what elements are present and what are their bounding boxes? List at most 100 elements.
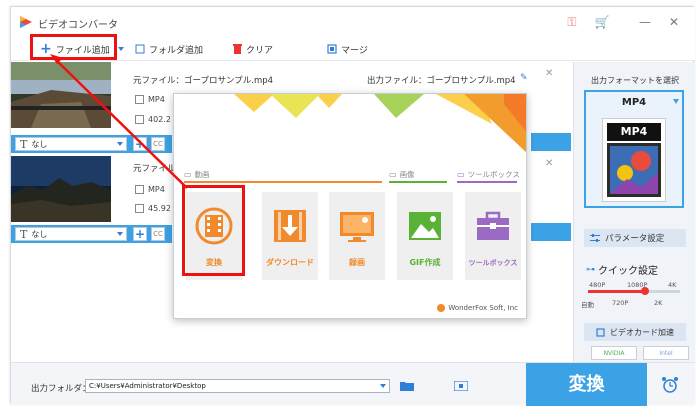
tick-480p: 480P (589, 281, 606, 289)
toolbox-tile[interactable]: ツールボックス (465, 192, 521, 280)
file-format-value: MP4 (148, 95, 165, 104)
film-icon (135, 185, 144, 194)
parameter-settings-button[interactable]: パラメータ設定 (584, 229, 686, 247)
output-format-title: 出力フォーマットを選択 (591, 76, 679, 85)
output-folder-input[interactable]: C:¥Users¥Administrator¥Desktop (85, 379, 390, 393)
row-highlight (531, 133, 571, 151)
cc-icon[interactable]: CC (151, 137, 165, 151)
merge-icon (327, 44, 337, 54)
subtitle-select[interactable]: T なし (15, 227, 127, 241)
intel-toggle[interactable]: Intel (643, 346, 689, 360)
video-thumbnail[interactable] (11, 156, 111, 222)
file-format: MP4 (135, 95, 165, 104)
convert-button[interactable]: 変換 (526, 363, 647, 406)
merge-button[interactable]: マージ (327, 41, 368, 57)
add-file-highlight (30, 34, 117, 60)
add-file-dropdown-icon[interactable] (118, 47, 124, 51)
download-icon (274, 210, 306, 242)
add-subtitle-button[interactable]: + (133, 137, 147, 151)
file-size: 402.2 (135, 115, 171, 124)
output-folder-path: C:¥Users¥Administrator¥Desktop (89, 382, 206, 390)
output-file-name: ゴープロサンプル.mp4 (426, 76, 516, 86)
file-format: MP4 (135, 185, 165, 194)
merge-label: マージ (341, 45, 368, 56)
close-button[interactable]: ✕ (666, 14, 682, 30)
quality-slider[interactable] (588, 287, 680, 295)
output-file: 出力ファイル：ゴープロサンプル.mp4 (367, 74, 516, 86)
add-folder-button[interactable]: フォルダ追加 (135, 41, 203, 57)
wonderfox-logo-icon (437, 304, 446, 312)
sliders-icon (590, 233, 600, 242)
image-section-line (389, 181, 447, 183)
file-row-toolbar: T なし + CC (11, 225, 172, 243)
gpu-acceleration-button[interactable]: ビデオカード加速 (584, 323, 686, 341)
convert-tile-highlight (182, 185, 245, 276)
bottom-bar: 出力フォルダ： C:¥Users¥Administrator¥Desktop 変… (11, 362, 695, 406)
tick-720p: 720P (612, 299, 629, 307)
quick-settings-label: ⊶ クイック設定 (586, 262, 658, 278)
quality-slider-knob[interactable] (641, 287, 650, 295)
chevron-down-icon (380, 384, 386, 388)
format-name: MP4 (621, 97, 647, 108)
subtitle-select[interactable]: T なし (15, 137, 127, 151)
trash-icon (233, 44, 242, 54)
toolbox-section-label: ▭ ツールボックス (457, 169, 520, 180)
cart-icon[interactable]: 🛒 (594, 14, 610, 30)
toolbox-section-line (457, 181, 517, 183)
add-subtitle-button[interactable]: + (133, 227, 147, 241)
app-title: ビデオコンバータ (38, 20, 118, 31)
chevron-down-icon (117, 232, 123, 236)
tick-auto: 自動 (581, 301, 594, 309)
source-file-label: 元ファイル (133, 164, 176, 174)
output-folder-icon[interactable] (454, 381, 468, 391)
subtitle-value: なし (31, 139, 48, 149)
file-row-toolbar: T なし + CC (11, 135, 172, 153)
add-folder-label: フォルダ追加 (149, 45, 204, 56)
toolbox-section-icon: ▭ (457, 170, 465, 179)
image-icon (409, 212, 441, 240)
app-window: ビデオコンバータ ⚿ 🛒 — ✕ + ファイル追加 フォルダ追加 クリア マージ (10, 6, 695, 406)
record-tile[interactable]: 録画 (329, 192, 385, 280)
image-section-text: 画像 (399, 170, 415, 179)
nvidia-toggle[interactable]: NVIDIA (591, 346, 637, 360)
chip-icon (596, 327, 605, 337)
popup-footer: WonderFox Soft, Inc (437, 304, 518, 312)
image-section-icon: ▭ (389, 170, 397, 179)
alarm-clock-icon[interactable] (661, 376, 679, 394)
minimize-button[interactable]: — (637, 14, 653, 30)
title-bar: ビデオコンバータ ⚿ 🛒 — ✕ (11, 7, 695, 37)
clear-label: クリア (246, 45, 274, 56)
video-section-label: ▭ 動画 (184, 169, 210, 180)
image-section-label: ▭ 画像 (389, 169, 415, 180)
cc-icon[interactable]: CC (151, 227, 165, 241)
popup-decoration (174, 94, 526, 154)
clear-button[interactable]: クリア (233, 41, 273, 57)
source-file: 元ファイル (133, 162, 176, 174)
popup-footer-text: WonderFox Soft, Inc (448, 304, 518, 312)
tick-2k: 2K (654, 299, 663, 307)
film-icon (135, 95, 144, 104)
edit-output-icon[interactable]: ✎ (520, 73, 528, 83)
format-selector[interactable]: MP4 MP4 (584, 90, 684, 208)
video-thumbnail[interactable] (11, 62, 111, 128)
text-icon: T (20, 137, 28, 151)
file-size: 45.92 (135, 204, 171, 213)
file-icon (135, 204, 144, 213)
toolbox-tile-label: ツールボックス (468, 259, 518, 267)
gif-maker-tile[interactable]: GIF作成 (397, 192, 453, 280)
download-tile[interactable]: ダウンロード (262, 192, 318, 280)
remove-file-icon[interactable]: ✕ (545, 158, 553, 169)
mp4-format-icon: MP4 (602, 118, 666, 202)
app-logo-icon (20, 16, 32, 28)
key-icon[interactable]: ⚿ (564, 14, 580, 30)
video-section-text: 動画 (194, 170, 210, 179)
chevron-down-icon (673, 99, 679, 104)
remove-file-icon[interactable]: ✕ (545, 68, 553, 79)
record-tile-label: 録画 (349, 258, 365, 267)
source-file-label: 元ファイル： (133, 76, 185, 86)
file-icon (135, 115, 144, 124)
output-format-panel: 出力フォーマットを選択 MP4 MP4 パラメータ設定 ⊶ クイック設定 480… (573, 62, 695, 362)
open-folder-icon[interactable] (400, 381, 414, 391)
video-section-icon: ▭ (184, 170, 192, 179)
text-icon: T (20, 227, 28, 241)
